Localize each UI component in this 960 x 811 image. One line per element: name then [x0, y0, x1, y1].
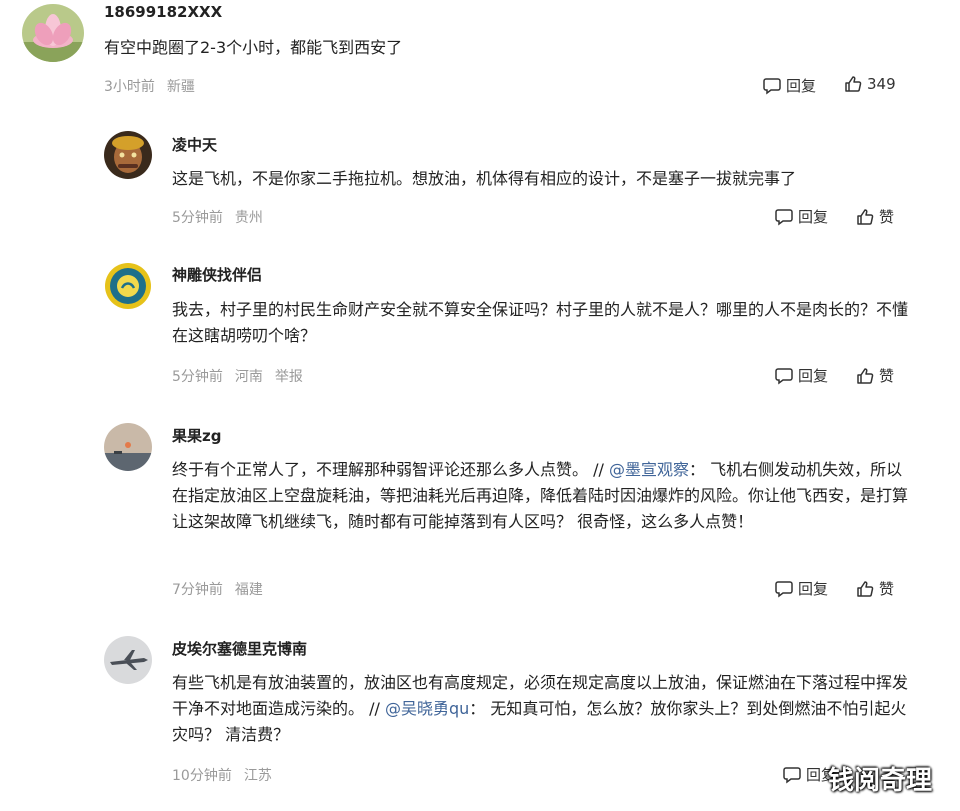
comment-meta: 7分钟前 福建 — [172, 579, 275, 599]
thumbs-up-icon — [845, 76, 862, 92]
avatar-reply[interactable] — [104, 423, 152, 471]
comment-text: 有空中跑圈了2-3个小时，都能飞到西安了 — [104, 38, 403, 57]
comment-bubble-icon — [783, 766, 801, 783]
comment-time: 5分钟前 — [172, 210, 223, 226]
comment-meta: 5分钟前 贵州 — [172, 207, 275, 227]
comment-location: 福建 — [234, 582, 263, 598]
comment-time: 10分钟前 — [172, 768, 232, 784]
avatar-reply[interactable] — [104, 262, 152, 310]
monkey-king-avatar-icon — [104, 131, 152, 179]
avatar-reply[interactable] — [104, 131, 152, 179]
reply-button[interactable]: 回复 — [763, 75, 816, 96]
comment-location: 贵州 — [234, 210, 263, 226]
like-label: 赞 — [879, 367, 895, 385]
comment-bubble-icon — [775, 208, 793, 225]
lotus-avatar-icon — [22, 4, 84, 62]
comment-text: 终于有个正常人了，不理解那种弱智评论还那么多人点赞。 // @墨宣观察： 飞机右… — [172, 457, 912, 535]
like-button[interactable]: 赞 — [856, 365, 894, 386]
avatar-top[interactable] — [22, 4, 84, 62]
reply-label: 回复 — [798, 367, 829, 385]
reply-button[interactable]: 回复 — [775, 578, 828, 599]
report-link[interactable]: 举报 — [275, 369, 303, 385]
sunset-sea-avatar-icon — [104, 423, 152, 471]
reply-button[interactable]: 回复 — [775, 206, 828, 227]
comment-bubble-icon — [775, 580, 793, 597]
comment-text: 我去，村子里的村民生命财产安全就不算安全保证吗？村子里的人就不是人？哪里的人不是… — [172, 300, 909, 345]
mention-link[interactable]: @墨宣观察 — [609, 460, 689, 479]
like-label: 赞 — [879, 580, 895, 598]
username[interactable]: 神雕侠找伴侣 — [172, 264, 262, 285]
username[interactable]: 果果zg — [172, 425, 221, 446]
airplane-avatar-icon — [104, 636, 152, 684]
comment-meta: 5分钟前 河南 举报 — [172, 366, 315, 386]
watermark: 钱阅奇理 — [828, 766, 933, 796]
comment-location: 新疆 — [166, 79, 195, 95]
comment-text: 有些飞机是有放油装置的，放油区也有高度规定，必须在规定高度以上放油，保证燃油在下… — [172, 670, 912, 748]
reply-label: 回复 — [798, 580, 829, 598]
reply-label: 回复 — [798, 208, 829, 226]
like-button[interactable]: 349 — [844, 75, 896, 93]
username[interactable]: 18699182XXX — [104, 3, 222, 21]
comment-location: 河南 — [234, 369, 263, 385]
comment-bubble-icon — [775, 367, 793, 384]
thumbs-up-icon — [857, 367, 874, 384]
comment-text-before: 终于有个正常人了，不理解那种弱智评论还那么多人点赞。 // — [172, 460, 609, 479]
mention-link[interactable]: @吴晓勇qu — [385, 699, 469, 718]
reply-label: 回复 — [786, 77, 817, 95]
avatar-reply[interactable] — [104, 636, 152, 684]
comment-bubble-icon — [763, 77, 781, 94]
like-count: 349 — [867, 75, 896, 93]
comment-meta: 3小时前 新疆 — [104, 76, 207, 96]
comment-text: 这是飞机，不是你家二手拖拉机。想放油，机体得有相应的设计，不是塞子一拔就完事了 — [172, 169, 797, 188]
comment-time: 7分钟前 — [172, 582, 223, 598]
comment-time: 5分钟前 — [172, 369, 223, 385]
like-button[interactable]: 赞 — [856, 206, 894, 227]
thumbs-up-icon — [857, 208, 874, 225]
like-button[interactable]: 赞 — [856, 578, 894, 599]
comment-meta: 10分钟前 江苏 — [172, 765, 284, 785]
username[interactable]: 凌中天 — [172, 134, 217, 155]
reply-button[interactable]: 回复 — [775, 365, 828, 386]
badge-avatar-icon — [104, 262, 152, 310]
username[interactable]: 皮埃尔塞德里克博南 — [172, 638, 307, 659]
thumbs-up-icon — [857, 580, 874, 597]
like-label: 赞 — [879, 208, 895, 226]
comment-location: 江苏 — [243, 768, 272, 784]
comment-time: 3小时前 — [104, 79, 155, 95]
